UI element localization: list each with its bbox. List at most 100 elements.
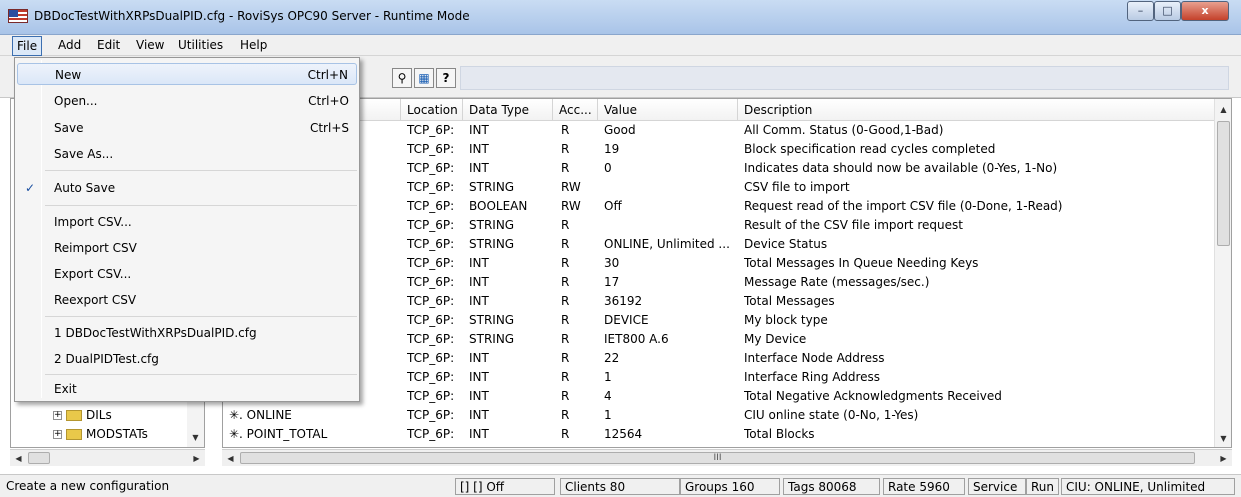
- cell-data-type: STRING: [469, 180, 515, 194]
- cell-location: TCP_6P:: [407, 351, 455, 365]
- cell-data-type: BOOLEAN: [469, 199, 528, 213]
- menu-item-exit[interactable]: Exit: [17, 378, 357, 400]
- cell-data-type: INT: [469, 294, 489, 308]
- cell-location: TCP_6P:: [407, 237, 455, 251]
- help-book-icon[interactable]: ▦: [414, 68, 434, 88]
- menu-item-auto-save[interactable]: ✓ Auto Save: [17, 177, 357, 199]
- chevron-down-icon[interactable]: ▼: [187, 429, 204, 446]
- cell-description: Interface Ring Address: [744, 370, 881, 384]
- menu-item-reexport-csv[interactable]: Reexport CSV: [17, 289, 357, 311]
- chevron-left-icon[interactable]: ◀: [222, 450, 239, 467]
- menu-item-save-as[interactable]: Save As...: [17, 143, 357, 165]
- table-row[interactable]: TCP_6P: STRING RW CSV file to import: [223, 178, 1216, 197]
- column-header-access[interactable]: Acc...: [553, 99, 598, 121]
- cell-description: Total Blocks: [744, 427, 815, 441]
- menu-utilities[interactable]: Utilities: [178, 38, 223, 52]
- tree-item-label: MODSTATs: [86, 427, 148, 441]
- cell-location: TCP_6P:: [407, 161, 455, 175]
- table-row[interactable]: TCP_6P: INT R 17 Message Rate (messages/sec.…: [223, 273, 1216, 292]
- column-header-value[interactable]: Value: [598, 99, 738, 121]
- tree-horizontal-scrollbar[interactable]: ◀ ▶: [10, 449, 205, 466]
- table-row[interactable]: TCP_6P: INT R Good All Comm. Status (0-Good,…: [223, 121, 1216, 140]
- chevron-right-icon[interactable]: ▶: [1215, 450, 1232, 467]
- cell-value: Good: [604, 123, 636, 137]
- table-row[interactable]: TCP_6P: STRING R IET800 A.6 My Device: [223, 330, 1216, 349]
- cell-description: Indicates data should now be available (…: [744, 161, 1058, 175]
- tag-list[interactable]: Location Data Type Acc... Value Descript…: [222, 98, 1232, 448]
- table-row[interactable]: TCP_6P: INT R 19 Block specification read cy…: [223, 140, 1216, 159]
- table-row[interactable]: TCP_6P: INT R 0 Indicates data should now be…: [223, 159, 1216, 178]
- status-run: Run: [1026, 478, 1059, 495]
- menu-item-import-csv[interactable]: Import CSV...: [17, 211, 357, 233]
- menu-item-new[interactable]: New Ctrl+N: [17, 63, 357, 85]
- table-row[interactable]: TCP_6P: INT R 36192 Total Messages: [223, 292, 1216, 311]
- toolbar-strip: [460, 66, 1229, 90]
- expand-icon[interactable]: +: [53, 430, 62, 439]
- menu-item-reimport-csv[interactable]: Reimport CSV: [17, 237, 357, 259]
- cell-description: Total Messages: [744, 294, 835, 308]
- status-message: Create a new configuration: [6, 479, 170, 493]
- table-row[interactable]: TCP_6P: INT R 1 Interface Ring Address: [223, 368, 1216, 387]
- window-title: DBDocTestWithXRPsDualPID.cfg - RoviSys O…: [34, 9, 470, 23]
- menu-file[interactable]: File: [12, 36, 43, 56]
- cell-data-type: INT: [469, 142, 489, 156]
- cell-access: R: [561, 237, 570, 251]
- menu-separator: [45, 374, 357, 375]
- menu-item-export-csv[interactable]: Export CSV...: [17, 263, 357, 285]
- menu-help[interactable]: Help: [240, 38, 267, 52]
- cell-access: R: [561, 313, 570, 327]
- tree-item-dils[interactable]: + DILs: [53, 408, 112, 422]
- menu-item-open[interactable]: Open... Ctrl+O: [17, 90, 357, 112]
- cell-data-type: INT: [469, 256, 489, 270]
- expand-icon[interactable]: +: [53, 411, 62, 420]
- cell-location: TCP_6P:: [407, 218, 455, 232]
- cell-value: 22: [604, 351, 620, 365]
- menu-add[interactable]: Add: [58, 38, 81, 52]
- list-vertical-scrollbar[interactable]: ▲ ▼: [1214, 99, 1231, 447]
- scroll-thumb[interactable]: III: [240, 452, 1195, 464]
- cell-location: TCP_6P:: [407, 332, 455, 346]
- table-row[interactable]: TCP_6P: STRING R DEVICE My block type: [223, 311, 1216, 330]
- column-header-data-type[interactable]: Data Type: [463, 99, 553, 121]
- table-row[interactable]: TCP_6P: BOOLEAN RW Off Request read of the i…: [223, 197, 1216, 216]
- table-row[interactable]: ✳. POINT_TOTAL TCP_6P: INT R 12564 Total Bloc…: [223, 425, 1216, 444]
- cell-location: TCP_6P:: [407, 180, 455, 194]
- cell-access: R: [561, 370, 570, 384]
- table-row[interactable]: TCP_6P: INT R 22 Interface Node Address: [223, 349, 1216, 368]
- cell-location: TCP_6P:: [407, 142, 455, 156]
- close-icon[interactable]: x: [1181, 1, 1229, 21]
- chevron-down-icon[interactable]: ▼: [1215, 430, 1231, 447]
- menu-item-recent-2[interactable]: 2 DualPIDTest.cfg: [17, 348, 357, 370]
- table-row[interactable]: TCP_6P: STRING R Result of the CSV file imp…: [223, 216, 1216, 235]
- cell-access: R: [561, 218, 570, 232]
- menu-item-save[interactable]: Save Ctrl+S: [17, 117, 357, 139]
- chevron-right-icon[interactable]: ▶: [188, 450, 205, 467]
- cell-data-type: INT: [469, 351, 489, 365]
- pin-icon[interactable]: ⚲: [392, 68, 412, 88]
- scroll-thumb[interactable]: [1217, 121, 1230, 246]
- scroll-thumb[interactable]: [28, 452, 50, 464]
- menu-edit[interactable]: Edit: [97, 38, 120, 52]
- menu-separator: [45, 170, 357, 171]
- whats-this-icon[interactable]: ?: [436, 68, 456, 88]
- menu-item-label: Auto Save: [54, 181, 116, 195]
- table-row[interactable]: TCP_6P: STRING R ONLINE, Unlimited ... Devic…: [223, 235, 1216, 254]
- chevron-up-icon[interactable]: ▲: [1215, 101, 1231, 118]
- table-row[interactable]: ✳. ONLINE TCP_6P: INT R 1 CIU online state (0…: [223, 406, 1216, 425]
- table-row[interactable]: TCP_6P: INT R 30 Total Messages In Queue Nee…: [223, 254, 1216, 273]
- cell-access: RW: [561, 199, 581, 213]
- minimize-icon[interactable]: –: [1127, 1, 1154, 21]
- column-header-location[interactable]: Location: [401, 99, 463, 121]
- tree-item-label: DILs: [86, 408, 112, 422]
- menu-item-recent-1[interactable]: 1 DBDocTestWithXRPsDualPID.cfg: [17, 322, 357, 344]
- cell-description: Interface Node Address: [744, 351, 885, 365]
- menu-view[interactable]: View: [136, 38, 164, 52]
- column-header-description[interactable]: Description: [738, 99, 1216, 121]
- maximize-icon[interactable]: □: [1154, 1, 1181, 21]
- chevron-left-icon[interactable]: ◀: [10, 450, 27, 467]
- menu-bar: File Add Edit View Utilities Help: [0, 35, 1241, 56]
- tree-item-modstats[interactable]: + MODSTATs: [53, 427, 148, 441]
- list-horizontal-scrollbar[interactable]: ◀ III ▶: [222, 449, 1232, 466]
- table-row[interactable]: TCP_6P: INT R 4 Total Negative Acknowledgmen…: [223, 387, 1216, 406]
- cell-location: TCP_6P:: [407, 370, 455, 384]
